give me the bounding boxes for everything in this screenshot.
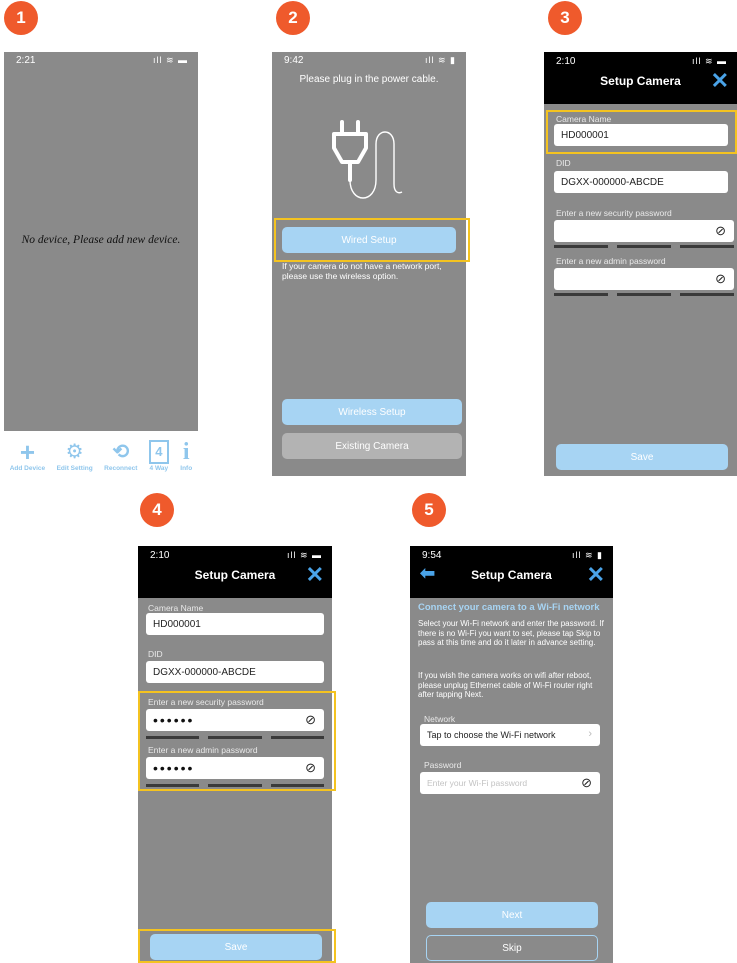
admin-password-label: Enter a new admin password (556, 256, 666, 266)
four-way-icon: 4 (148, 439, 169, 464)
power-plug-icon (332, 120, 403, 199)
status-icons: ıll ≋ ▬ (691, 56, 727, 66)
camera-name-label: Camera Name (148, 603, 204, 613)
edit-setting-button[interactable]: ⚙ Edit Setting (57, 440, 93, 472)
step-badge-4: 4 (140, 493, 174, 527)
did-label: DID (556, 158, 571, 168)
wireless-hint: If your camera do not have a network por… (282, 261, 442, 281)
info-button[interactable]: i Info (180, 440, 192, 472)
admin-strength-meter (554, 293, 734, 296)
security-strength-meter (554, 245, 734, 248)
nav-bar: 2:10 ıll ≋ ▬ Setup Camera ✕ (138, 546, 332, 598)
status-time: 2:21 (16, 55, 36, 66)
eye-slash-icon[interactable]: ⊘ (305, 760, 316, 776)
password-label: Password (424, 760, 462, 770)
screen-wifi-setup: 9:54 ıll ≋ ▮ ⬅ Setup Camera ✕ Connect yo… (410, 546, 613, 963)
status-bar: 2:21 ıll ≋ ▬ (4, 52, 198, 70)
security-password-input[interactable]: •••••• ⊘ (146, 709, 324, 731)
camera-name-input[interactable]: HD000001 (146, 613, 324, 635)
wired-setup-button[interactable]: Wired Setup (282, 227, 456, 253)
status-time: 2:10 (150, 550, 170, 561)
screen-device-list: 2:21 ıll ≋ ▬ No device, Please add new d… (4, 52, 198, 476)
screen-setup-camera-filled: 2:10 ıll ≋ ▬ Setup Camera ✕ Camera Name … (138, 546, 332, 963)
info-icon: i (182, 438, 190, 465)
eye-slash-icon[interactable]: ⊘ (581, 775, 592, 791)
security-password-label: Enter a new security password (148, 697, 264, 707)
did-input[interactable]: DGXX-000000-ABCDE (146, 661, 324, 683)
wifi-reboot-note: If you wish the camera works on wifi aft… (418, 671, 593, 699)
admin-password-input[interactable]: ⊘ (554, 268, 734, 290)
network-selector[interactable]: Tap to choose the Wi-Fi network › (420, 724, 600, 746)
wireless-setup-button[interactable]: Wireless Setup (282, 399, 462, 425)
eye-slash-icon[interactable]: ⊘ (715, 223, 726, 239)
bottom-toolbar: + Add Device ⚙ Edit Setting ⟲ Reconnect … (4, 431, 198, 476)
gear-icon: ⚙ (65, 440, 84, 463)
camera-name-input[interactable]: HD000001 (554, 124, 728, 146)
status-icons: ıll ≋ ▬ (152, 55, 188, 65)
status-time: 9:42 (284, 55, 304, 66)
step-badge-1: 1 (4, 1, 38, 35)
status-bar: 9:42 ıll ≋ ▮ (272, 52, 466, 70)
four-way-button[interactable]: 4 4 Way (148, 439, 169, 472)
security-password-label: Enter a new security password (556, 208, 672, 218)
wifi-instructions: Select your Wi-Fi network and enter the … (418, 619, 604, 647)
status-icons: ıll ≋ ▮ (572, 550, 603, 560)
admin-password-input[interactable]: •••••• ⊘ (146, 757, 324, 779)
save-button[interactable]: Save (556, 444, 728, 470)
refresh-icon: ⟲ (112, 440, 130, 463)
power-heading: Please plug in the power cable. (299, 74, 439, 85)
page-title: Setup Camera (194, 568, 276, 582)
camera-name-label: Camera Name (556, 114, 612, 124)
screen-power-setup: 9:42 ıll ≋ ▮ Please plug in the power ca… (272, 52, 466, 476)
next-button[interactable]: Next (426, 902, 598, 928)
add-device-button[interactable]: + Add Device (10, 436, 45, 472)
network-label: Network (424, 714, 456, 724)
did-input[interactable]: DGXX-000000-ABCDE (554, 171, 728, 193)
eye-slash-icon[interactable]: ⊘ (715, 271, 726, 287)
did-label: DID (148, 649, 163, 659)
step-badge-2: 2 (276, 1, 310, 35)
admin-strength-meter (146, 784, 324, 787)
wifi-password-input[interactable]: Enter your Wi-Fi password ⊘ (420, 772, 600, 794)
screen-setup-camera-empty: 2:10 ıll ≋ ▬ Setup Camera ✕ Camera Name … (544, 52, 737, 476)
close-icon[interactable]: ✕ (711, 70, 729, 92)
skip-button[interactable]: Skip (426, 935, 598, 961)
wifi-heading: Connect your camera to a Wi-Fi network (418, 602, 600, 613)
status-time: 9:54 (422, 550, 442, 561)
nav-bar: 9:54 ıll ≋ ▮ ⬅ Setup Camera ✕ (410, 546, 613, 598)
plus-icon: + (19, 436, 36, 467)
page-title: Setup Camera (600, 74, 681, 88)
existing-camera-button[interactable]: Existing Camera (282, 433, 462, 459)
status-icons: ıll ≋ ▬ (286, 550, 322, 560)
nav-bar: 2:10 ıll ≋ ▬ Setup Camera ✕ (544, 52, 737, 104)
save-button[interactable]: Save (150, 934, 322, 960)
reconnect-button[interactable]: ⟲ Reconnect (104, 440, 137, 472)
admin-password-label: Enter a new admin password (148, 745, 258, 755)
status-time: 2:10 (556, 56, 576, 67)
page-title: Setup Camera (471, 568, 552, 582)
eye-slash-icon[interactable]: ⊘ (305, 712, 316, 728)
security-password-input[interactable]: ⊘ (554, 220, 734, 242)
chevron-right-icon: › (588, 728, 592, 740)
status-icons: ıll ≋ ▮ (425, 55, 456, 65)
close-icon[interactable]: ✕ (306, 564, 324, 586)
step-badge-5: 5 (412, 493, 446, 527)
security-strength-meter (146, 736, 324, 739)
close-icon[interactable]: ✕ (587, 564, 605, 586)
step-badge-3: 3 (548, 1, 582, 35)
empty-message: No device, Please add new device. (21, 234, 181, 246)
